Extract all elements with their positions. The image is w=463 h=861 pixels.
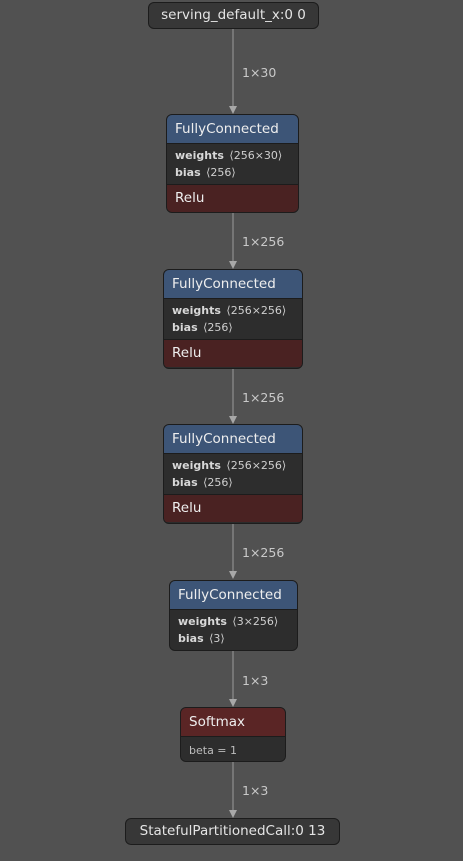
node-attributes: weights ⟨256×256⟩ bias ⟨256⟩ [164, 299, 302, 339]
beta-attribute: beta = 1 [181, 737, 285, 761]
attr-shape: ⟨256×256⟩ [226, 304, 287, 317]
attr-shape: ⟨256⟩ [203, 475, 233, 489]
node-title: FullyConnected [164, 270, 302, 299]
attr-name: weights [178, 615, 227, 628]
edge-label-2: 1×256 [242, 234, 285, 249]
attr-shape: ⟨3⟩ [209, 631, 225, 645]
fully-connected-node-1[interactable]: FullyConnected weights ⟨256×30⟩ bias ⟨25… [166, 114, 299, 213]
activation-label: Relu [164, 494, 302, 522]
weights-attribute: weights ⟨256×256⟩ [172, 303, 294, 320]
edge-label-3: 1×256 [242, 390, 285, 405]
attr-shape: ⟨256×256⟩ [226, 459, 287, 472]
edge-label-1: 1×30 [242, 65, 277, 80]
attr-name: bias [175, 165, 201, 179]
weights-attribute: weights ⟨3×256⟩ [178, 614, 289, 631]
node-attributes: weights ⟨256×30⟩ bias ⟨256⟩ [167, 144, 298, 184]
fully-connected-node-4[interactable]: FullyConnected weights ⟨3×256⟩ bias ⟨3⟩ [169, 580, 298, 651]
attr-name: bias [172, 320, 198, 334]
node-attributes: weights ⟨256×256⟩ bias ⟨256⟩ [164, 454, 302, 494]
edge-label-5: 1×3 [242, 673, 269, 688]
attr-shape: ⟨256⟩ [203, 320, 233, 334]
graph-canvas: serving_default_x:0 0 1×30 1×256 1×256 1… [0, 0, 463, 861]
attr-name: bias [178, 631, 204, 645]
bias-attribute: bias ⟨256⟩ [172, 475, 294, 492]
bias-attribute: bias ⟨3⟩ [178, 631, 289, 648]
bias-attribute: bias ⟨256⟩ [172, 320, 294, 337]
attr-name: weights [175, 149, 224, 162]
node-title: Softmax [181, 708, 285, 737]
attr-name: weights [172, 304, 221, 317]
output-node[interactable]: StatefulPartitionedCall:0 13 [125, 818, 340, 845]
node-title: FullyConnected [164, 425, 302, 454]
attr-name: bias [172, 475, 198, 489]
attr-shape: ⟨3×256⟩ [232, 615, 279, 628]
bias-attribute: bias ⟨256⟩ [175, 165, 290, 182]
node-title: FullyConnected [167, 115, 298, 144]
weights-attribute: weights ⟨256×30⟩ [175, 148, 290, 165]
fully-connected-node-2[interactable]: FullyConnected weights ⟨256×256⟩ bias ⟨2… [163, 269, 303, 369]
weights-attribute: weights ⟨256×256⟩ [172, 458, 294, 475]
activation-label: Relu [167, 184, 298, 212]
attr-shape: ⟨256×30⟩ [229, 149, 283, 162]
softmax-node[interactable]: Softmax beta = 1 [180, 707, 286, 762]
attr-name: weights [172, 459, 221, 472]
node-title: FullyConnected [170, 581, 297, 610]
edge-label-6: 1×3 [242, 783, 269, 798]
input-node[interactable]: serving_default_x:0 0 [148, 2, 319, 29]
activation-label: Relu [164, 339, 302, 367]
attr-shape: ⟨256⟩ [206, 165, 236, 179]
node-attributes: weights ⟨3×256⟩ bias ⟨3⟩ [170, 610, 297, 650]
fully-connected-node-3[interactable]: FullyConnected weights ⟨256×256⟩ bias ⟨2… [163, 424, 303, 524]
edge-label-4: 1×256 [242, 545, 285, 560]
